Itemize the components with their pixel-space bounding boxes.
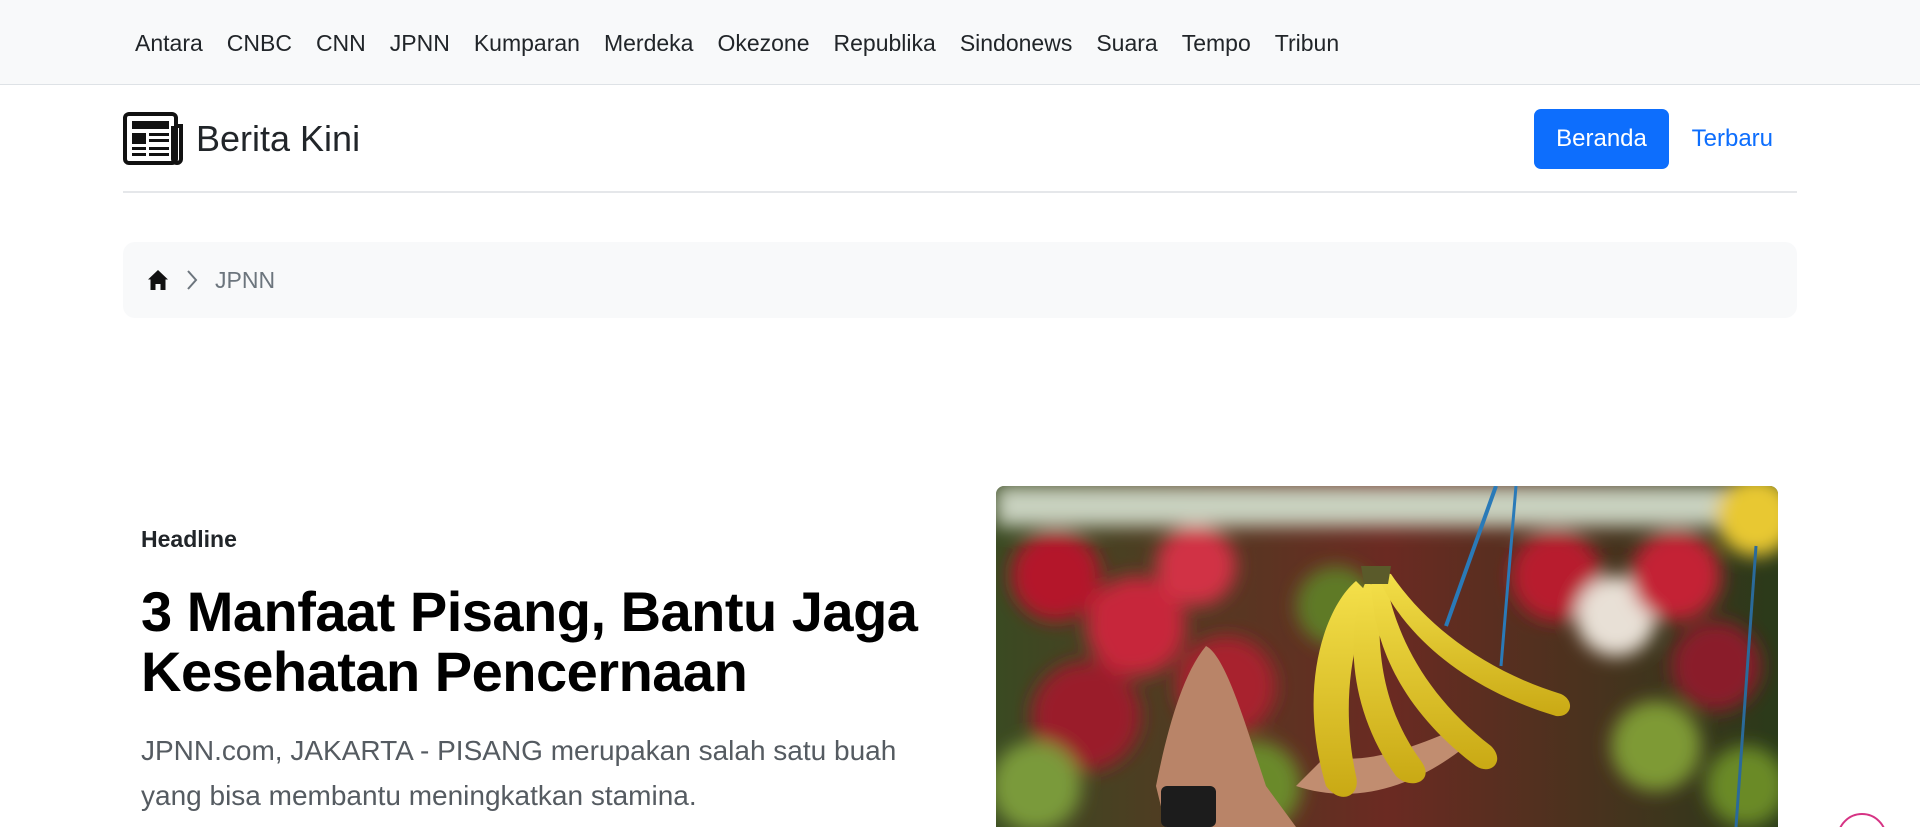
source-nav-item[interactable]: Antara xyxy=(123,28,215,58)
source-nav: Antara CNBC CNN JPNN Kumparan Merdeka Okezone R… xyxy=(0,0,1920,85)
headline-title[interactable]: 3 Manfaat Pisang, Bantu Jaga Kesehatan P… xyxy=(141,582,961,702)
nav-home-button[interactable]: Beranda xyxy=(1534,109,1669,169)
headline-image[interactable] xyxy=(996,486,1778,827)
source-nav-item[interactable]: Tempo xyxy=(1170,28,1263,58)
back-to-top-button[interactable] xyxy=(1837,813,1887,827)
chevron-right-icon xyxy=(187,270,198,290)
source-nav-item[interactable]: JPNN xyxy=(378,28,462,58)
source-nav-item[interactable]: Merdeka xyxy=(592,28,705,58)
breadcrumb-current: JPNN xyxy=(215,266,276,293)
source-nav-item[interactable]: CNBC xyxy=(215,28,304,58)
breadcrumb: JPNN xyxy=(123,242,1797,318)
house-icon[interactable] xyxy=(147,269,169,291)
newspaper-icon xyxy=(123,112,183,165)
site-header: Berita Kini Beranda Terbaru xyxy=(123,85,1797,193)
source-nav-item[interactable]: CNN xyxy=(304,28,378,58)
nav-latest-link[interactable]: Terbaru xyxy=(1692,109,1773,169)
source-nav-item[interactable]: Republika xyxy=(822,28,948,58)
source-nav-item[interactable]: Sindonews xyxy=(948,28,1085,58)
source-nav-item[interactable]: Suara xyxy=(1084,28,1169,58)
brand-link[interactable]: Berita Kini xyxy=(123,112,360,165)
source-nav-item[interactable]: Tribun xyxy=(1263,28,1351,58)
source-nav-item[interactable]: Okezone xyxy=(705,28,821,58)
banana-photo xyxy=(996,486,1778,827)
source-nav-item[interactable]: Kumparan xyxy=(462,28,592,58)
headline-lead: JPNN.com, JAKARTA - PISANG merupakan sal… xyxy=(141,735,897,811)
source-list: Antara CNBC CNN JPNN Kumparan Merdeka Okezone R… xyxy=(123,0,1351,85)
headline-label: Headline xyxy=(141,526,237,552)
brand-name: Berita Kini xyxy=(196,118,361,159)
